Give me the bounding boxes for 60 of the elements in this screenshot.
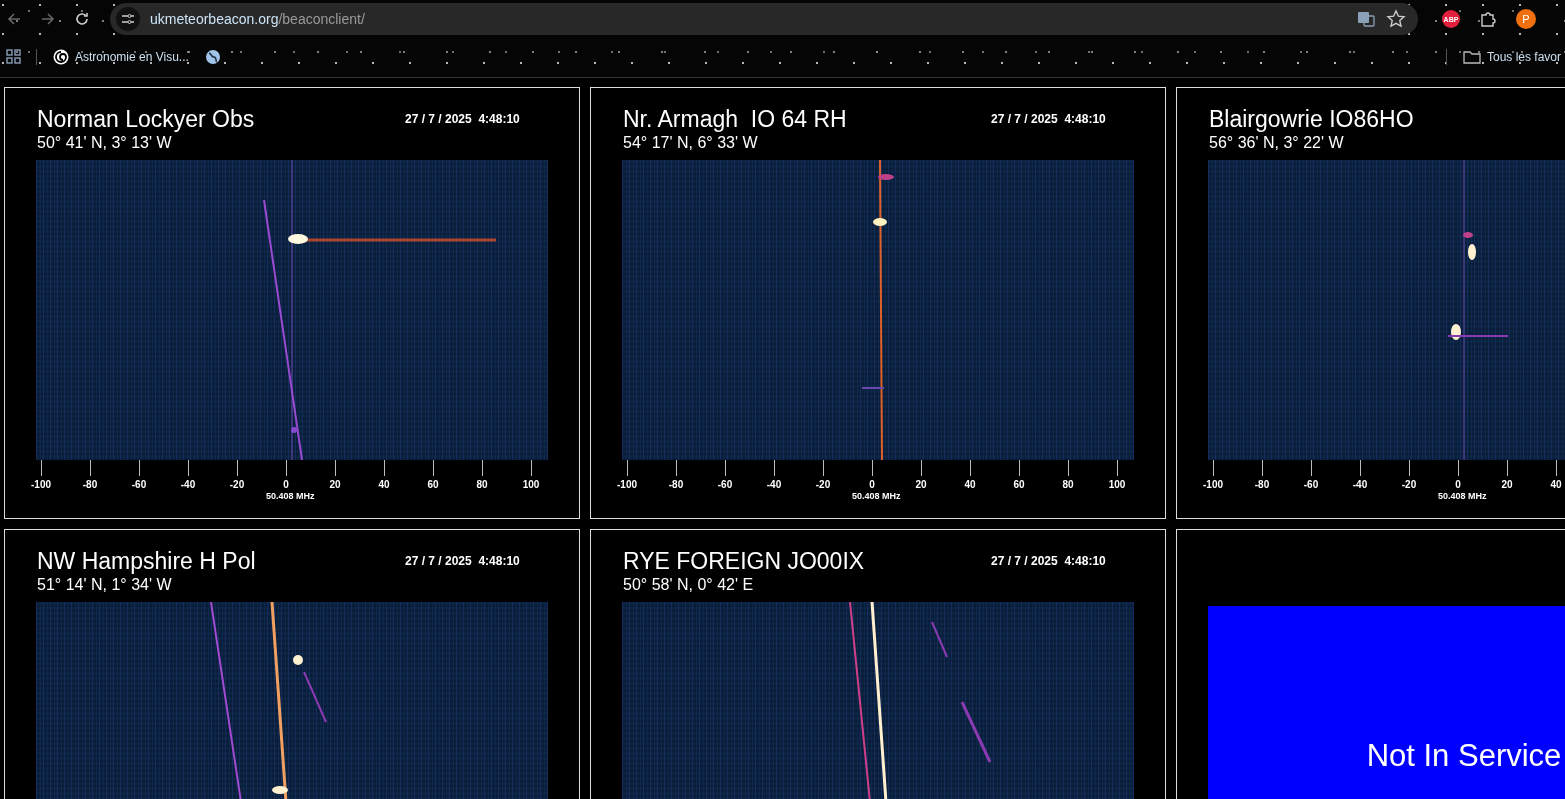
timestamp: 27 / 7 / 2025 4:48:10	[405, 111, 521, 128]
axis-tick: 40	[950, 460, 990, 490]
url-text: ukmeteorbeacon.org/beaconclient/	[150, 11, 366, 27]
station-title: Norman Lockyer Obs	[37, 105, 256, 133]
axis-tick: 60	[413, 460, 453, 490]
axis-tick: 40	[364, 460, 404, 490]
station-title: Nr. Armagh IO 64 RH	[623, 105, 848, 133]
axis-tick: -100	[607, 460, 647, 490]
axis-tick: -40	[168, 460, 208, 490]
axis-tick: 20	[901, 460, 941, 490]
axis-tick: -40	[754, 460, 794, 490]
status-message: Not In Service	[1366, 738, 1562, 774]
globe-icon[interactable]	[204, 49, 221, 65]
axis-tick: 20	[1487, 460, 1527, 490]
axis-tick: -80	[70, 460, 110, 490]
axis-tick: 20	[315, 460, 355, 490]
axis-tick: 0	[852, 460, 892, 490]
timestamp: 27 / 7 / 2025 4:48:10	[991, 553, 1107, 570]
station-coordinates: 51° 14' N, 1° 34' W	[36, 575, 173, 595]
axis-tick: 80	[462, 460, 502, 490]
axis-tick: -40	[1340, 460, 1380, 490]
timestamp: 27 / 7 / 2025 4:48:10	[405, 553, 521, 570]
all-bookmarks-folder[interactable]: Tous les favor	[1458, 47, 1565, 67]
axis-tick: -60	[119, 460, 159, 490]
axis-tick: -100	[21, 460, 61, 490]
address-bar[interactable]: ukmeteorbeacon.org/beaconclient/	[110, 3, 1418, 35]
station-title: NW Hampshire H Pol	[37, 547, 257, 575]
station-title: RYE FOREIGN JO00IX	[623, 547, 866, 575]
timestamp: 27 / 7 / 2025 4:48:10	[991, 111, 1107, 128]
axis-tick: 60	[999, 460, 1039, 490]
axis-tick: -60	[705, 460, 745, 490]
folder-icon	[1462, 49, 1481, 65]
axis-tick: 40	[1536, 460, 1565, 490]
puzzle-icon[interactable]	[1478, 9, 1498, 29]
axis-tick: -80	[1242, 460, 1282, 490]
star-icon[interactable]	[1386, 9, 1406, 29]
axis-tick: 100	[1097, 460, 1137, 490]
axis-tick: -20	[803, 460, 843, 490]
translate-icon[interactable]	[1356, 9, 1376, 29]
axis-tick: 0	[266, 460, 306, 490]
apps-grid-icon[interactable]	[4, 47, 24, 67]
axis-title: 50.408 MHz	[266, 491, 316, 501]
station-coordinates: 54° 17' N, 6° 33' W	[622, 133, 759, 153]
axis-tick: -80	[656, 460, 696, 490]
axis-title: 50.408 MHz	[852, 491, 902, 501]
axis-tick: 100	[511, 460, 551, 490]
axis-tick: -20	[217, 460, 257, 490]
axis-tick: -20	[1389, 460, 1429, 490]
site-info-icon[interactable]	[116, 7, 140, 31]
spiral-icon	[53, 49, 69, 65]
axis-title: 50.408 MHz	[1438, 491, 1488, 501]
bookmark-item[interactable]: Astronomie en Visu...	[49, 47, 193, 67]
axis-tick: 0	[1438, 460, 1478, 490]
axis-tick: 80	[1048, 460, 1088, 490]
station-coordinates: 56° 36' N, 3° 22' W	[1208, 133, 1345, 153]
station-coordinates: 50° 41' N, 3° 13' W	[36, 133, 173, 153]
axis-tick: -100	[1193, 460, 1233, 490]
station-title: Blairgowrie IO86HO	[1209, 105, 1415, 133]
station-coordinates: 50° 58' N, 0° 42' E	[622, 575, 755, 595]
axis-tick: -60	[1291, 460, 1331, 490]
